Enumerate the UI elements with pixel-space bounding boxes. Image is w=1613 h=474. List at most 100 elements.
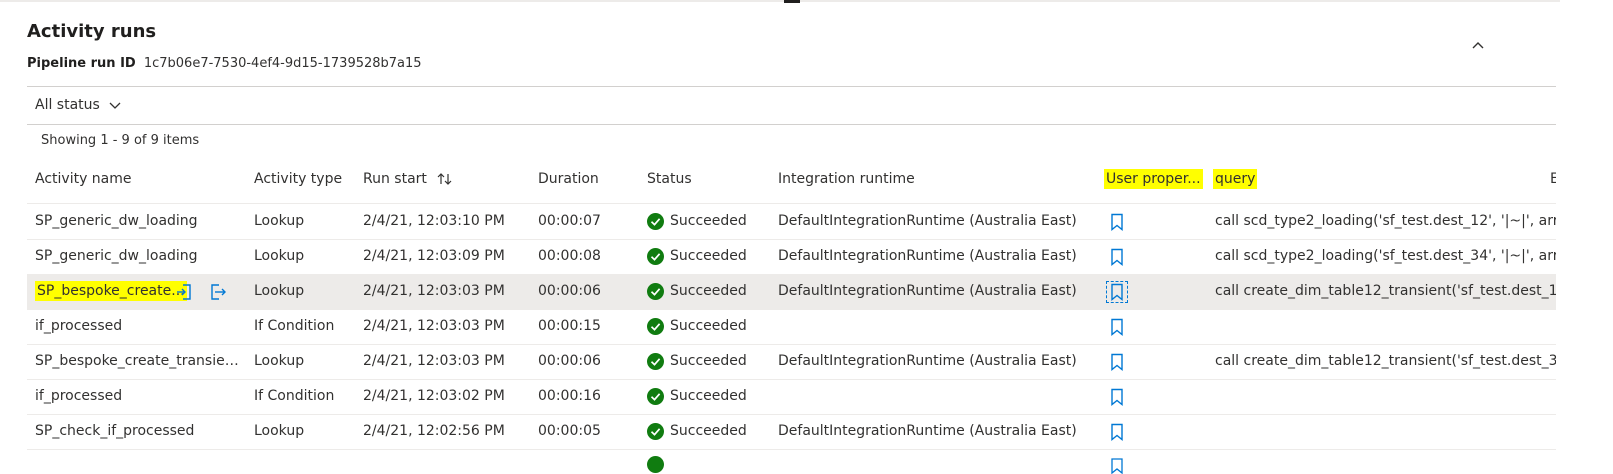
duration: 00:00:05 <box>538 423 601 439</box>
collapse-button[interactable] <box>1468 36 1488 54</box>
query-value: call create_dim_table12_transient('sf_te… <box>1215 353 1556 369</box>
run-id-label: Pipeline run ID <box>27 56 136 71</box>
status-text: Succeeded <box>670 213 747 229</box>
column-header-duration[interactable]: Duration <box>538 171 599 187</box>
activity-type: If Condition <box>254 318 335 334</box>
user-properties-button[interactable] <box>1106 204 1128 239</box>
checkmark-circle-icon <box>647 248 664 265</box>
checkmark-circle-icon <box>647 423 664 440</box>
run-start: 2/4/21, 12:03:03 PM <box>363 353 505 369</box>
run-start: 2/4/21, 12:03:03 PM <box>363 318 505 334</box>
status-filter-label: All status <box>35 97 100 113</box>
column-header-query[interactable]: query <box>1213 169 1258 189</box>
activity-name[interactable]: if_processed <box>35 309 240 344</box>
status-filter-dropdown[interactable]: All status <box>35 97 122 113</box>
table-row[interactable]: if_processed If Condition 2/4/21, 12:03:02… <box>27 379 1556 415</box>
run-start: 2/4/21, 12:03:02 PM <box>363 388 505 404</box>
query-label: query <box>1213 169 1258 189</box>
duration: 00:00:07 <box>538 213 601 229</box>
activity-name[interactable]: SP_generic_dw_loading <box>35 204 240 239</box>
status-text: Succeeded <box>670 283 747 299</box>
status-text: Succeeded <box>670 423 747 439</box>
user-properties-button[interactable] <box>1106 309 1128 344</box>
table-row[interactable]: SP_generic_dw_loading Lookup 2/4/21, 12:03… <box>27 204 1556 240</box>
checkmark-circle-icon <box>647 318 664 335</box>
integration-runtime: DefaultIntegrationRuntime (Australia Eas… <box>778 248 1077 264</box>
run-start: 2/4/21, 12:03:09 PM <box>363 248 505 264</box>
table-row[interactable]: SP_generic_dw_loading Lookup 2/4/21, 12:03… <box>27 239 1556 275</box>
run-start: 2/4/21, 12:03:10 PM <box>363 213 505 229</box>
table-row[interactable]: if_processed If Condition 2/4/21, 12:03:03… <box>27 309 1556 345</box>
status-text: Succeeded <box>670 248 747 264</box>
activity-name[interactable]: SP_bespoke_create_transient_t... <box>35 344 240 379</box>
activity-name[interactable]: SP_generic_dw_loading <box>35 239 240 274</box>
integration-runtime: DefaultIntegrationRuntime (Australia Eas… <box>778 283 1077 299</box>
checkmark-circle-icon <box>647 353 664 370</box>
bookmark-icon <box>1111 213 1123 231</box>
run-start: 2/4/21, 12:02:56 PM <box>363 423 505 439</box>
user-properties-focus <box>1106 280 1128 303</box>
duration: 00:00:06 <box>538 353 601 369</box>
column-header-run-start[interactable]: Run start <box>363 171 453 187</box>
activity-name[interactable]: if_processed <box>35 379 240 414</box>
pipeline-run-id: Pipeline run ID 1c7b06e7-7530-4ef4-9d15-… <box>27 56 422 71</box>
status: Succeeded <box>647 239 747 274</box>
duration: 00:00:08 <box>538 248 601 264</box>
query-value: call create_dim_table12_transient('sf_te… <box>1215 283 1556 299</box>
status-text: Succeeded <box>670 388 747 404</box>
status-text: Succeeded <box>670 353 747 369</box>
activity-type: Lookup <box>254 248 305 264</box>
checkmark-circle-icon <box>647 213 664 230</box>
integration-runtime: DefaultIntegrationRuntime (Australia Eas… <box>778 423 1077 439</box>
table-row[interactable]: SP_bespoke_create... Lookup 2/4/21, 12:03:… <box>27 274 1556 310</box>
panel-title: Activity runs <box>27 21 157 42</box>
activity-name-text: SP_bespoke_create... <box>35 281 187 301</box>
activity-name[interactable]: SP_check_if_processed <box>35 414 240 449</box>
input-icon[interactable] <box>175 283 193 301</box>
bookmark-icon <box>1111 283 1123 301</box>
table-row[interactable]: SP_check_if_processed Lookup 2/4/21, 12:02… <box>27 414 1556 450</box>
bookmark-icon <box>1111 318 1123 336</box>
table-row[interactable]: SP_bespoke_create_transient_t... Lookup 2/… <box>27 344 1556 380</box>
column-header-activity-name[interactable]: Activity name <box>35 171 132 187</box>
user-properties-button[interactable] <box>1106 274 1128 309</box>
sort-icon[interactable] <box>437 172 453 186</box>
query-value <box>1215 309 1556 344</box>
status: Succeeded <box>647 204 747 239</box>
column-header-integration-runtime[interactable]: Integration runtime <box>778 171 915 187</box>
top-divider <box>0 0 1560 2</box>
user-properties-button[interactable] <box>1106 379 1128 414</box>
bookmark-icon <box>1111 458 1123 474</box>
divider <box>27 86 1556 87</box>
output-icon[interactable] <box>209 283 227 301</box>
duration: 00:00:16 <box>538 388 601 404</box>
run-start: 2/4/21, 12:03:03 PM <box>363 283 505 299</box>
integration-runtime: DefaultIntegrationRuntime (Australia Eas… <box>778 353 1077 369</box>
duration: 00:00:15 <box>538 318 601 334</box>
status: Succeeded <box>647 414 747 449</box>
chevron-down-icon <box>109 102 121 109</box>
integration-runtime: DefaultIntegrationRuntime (Australia Eas… <box>778 213 1077 229</box>
checkmark-circle-icon <box>647 283 664 300</box>
status: Succeeded <box>647 309 747 344</box>
resize-handle[interactable] <box>784 0 800 3</box>
checkmark-circle-icon <box>647 456 664 473</box>
table-row-partial[interactable] <box>27 456 1556 474</box>
user-properties-button[interactable] <box>1106 414 1128 449</box>
user-properties-button[interactable] <box>1106 344 1128 379</box>
user-properties-label: User proper... <box>1104 169 1203 189</box>
status: Succeeded <box>647 379 747 414</box>
chevron-up-icon <box>1472 42 1484 49</box>
status: Succeeded <box>647 274 747 309</box>
activity-type: If Condition <box>254 388 335 404</box>
status: Succeeded <box>647 344 747 379</box>
query-value: call scd_type2_loading('sf_test.dest_34'… <box>1215 248 1556 264</box>
user-properties-button[interactable] <box>1106 239 1128 274</box>
column-header-user-properties[interactable]: User proper... <box>1104 169 1203 189</box>
duration: 00:00:06 <box>538 283 601 299</box>
column-header-truncated[interactable]: E <box>1550 171 1556 187</box>
checkmark-circle-icon <box>647 388 664 405</box>
query-value <box>1215 379 1556 414</box>
column-header-status[interactable]: Status <box>647 171 692 187</box>
column-header-activity-type[interactable]: Activity type <box>254 171 342 187</box>
